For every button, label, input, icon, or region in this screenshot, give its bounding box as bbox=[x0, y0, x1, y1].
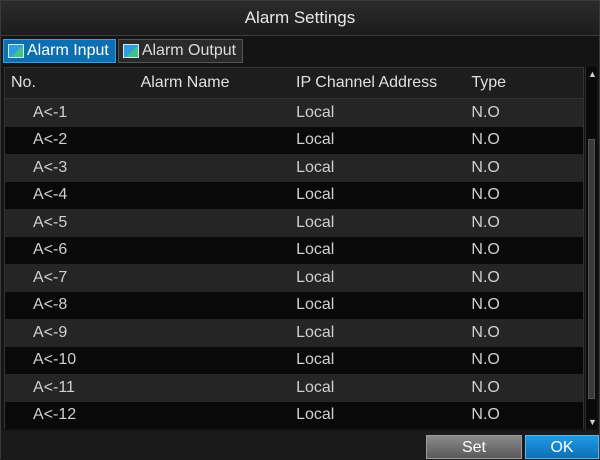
alarm-input-table: No. Alarm Name IP Channel Address Type A… bbox=[4, 67, 584, 429]
cell-ip-channel-address: Local bbox=[296, 323, 335, 341]
cell-ip-channel-address: Local bbox=[296, 213, 335, 231]
cell-no: A<-7 bbox=[33, 268, 68, 286]
cell-type: N.O bbox=[471, 268, 500, 286]
cell-type: N.O bbox=[471, 241, 500, 259]
set-button[interactable]: Set bbox=[426, 435, 522, 459]
alarm-output-icon bbox=[122, 44, 139, 58]
cell-ip-channel-address: Local bbox=[296, 406, 335, 424]
cell-type: N.O bbox=[471, 131, 500, 149]
cell-no: A<-2 bbox=[33, 131, 68, 149]
cell-ip-channel-address: Local bbox=[296, 131, 335, 149]
tab-alarm-output[interactable]: Alarm Output bbox=[117, 39, 244, 63]
column-header-no: No. bbox=[11, 74, 36, 91]
cell-ip-channel-address: Local bbox=[296, 268, 335, 286]
cell-no: A<-8 bbox=[33, 296, 68, 314]
cell-type: N.O bbox=[471, 186, 500, 204]
cell-no: A<-11 bbox=[33, 378, 75, 396]
table-scrollbar[interactable]: ▲ ▼ bbox=[585, 67, 597, 429]
cell-type: N.O bbox=[471, 296, 500, 314]
cell-ip-channel-address: Local bbox=[296, 351, 335, 369]
table-row[interactable]: A<-8 Local N.O bbox=[5, 291, 583, 319]
tab-alarm-input[interactable]: Alarm Input bbox=[3, 39, 116, 63]
cell-no: A<-4 bbox=[33, 186, 68, 204]
cell-ip-channel-address: Local bbox=[296, 296, 335, 314]
alarm-input-icon bbox=[8, 44, 24, 58]
table-row[interactable]: A<-9 Local N.O bbox=[5, 319, 583, 347]
cell-type: N.O bbox=[471, 213, 500, 231]
cell-type: N.O bbox=[471, 323, 500, 341]
column-header-alarm-name: Alarm Name bbox=[140, 74, 230, 91]
cell-ip-channel-address: Local bbox=[296, 158, 335, 176]
table-row[interactable]: A<-3 Local N.O bbox=[5, 154, 583, 182]
table-row[interactable]: A<-6 Local N.O bbox=[5, 236, 583, 264]
alarm-settings-window: Alarm Settings Alarm Input Alarm Output … bbox=[0, 0, 600, 459]
scroll-down-icon[interactable]: ▼ bbox=[588, 417, 597, 427]
cell-type: N.O bbox=[471, 103, 500, 121]
cell-no: A<-5 bbox=[33, 213, 68, 231]
scroll-up-icon[interactable]: ▲ bbox=[588, 69, 597, 79]
scroll-thumb[interactable] bbox=[588, 139, 595, 399]
cell-type: N.O bbox=[471, 406, 500, 424]
cell-no: A<-9 bbox=[33, 323, 68, 341]
column-header-type: Type bbox=[471, 74, 507, 91]
cell-no: A<-10 bbox=[33, 351, 77, 369]
cell-no: A<-1 bbox=[33, 103, 68, 121]
cell-ip-channel-address: Local bbox=[296, 103, 335, 121]
tab-alarm-input-label: Alarm Input bbox=[27, 42, 109, 59]
cell-type: N.O bbox=[471, 351, 500, 369]
tab-alarm-output-label: Alarm Output bbox=[141, 42, 237, 59]
cell-no: A<-3 bbox=[33, 158, 68, 176]
table-row[interactable]: A<-5 Local N.O bbox=[5, 209, 583, 237]
cell-ip-channel-address: Local bbox=[296, 186, 335, 204]
table-row[interactable]: A<-7 Local N.O bbox=[5, 264, 583, 292]
table-row[interactable]: A<-10 Local N.O bbox=[5, 346, 583, 374]
cell-ip-channel-address: Local bbox=[296, 378, 335, 396]
column-header-ip-channel-address: IP Channel Address bbox=[296, 74, 438, 91]
tab-bar: Alarm Input Alarm Output bbox=[3, 39, 244, 63]
window-title: Alarm Settings bbox=[1, 1, 599, 36]
table-row[interactable]: A<-1 Local N.O bbox=[5, 99, 583, 127]
cell-type: N.O bbox=[471, 378, 500, 396]
cell-no: A<-12 bbox=[33, 406, 77, 424]
table-row[interactable]: A<-11 Local N.O bbox=[5, 374, 583, 402]
cell-ip-channel-address: Local bbox=[296, 241, 335, 259]
table-row[interactable]: A<-2 Local N.O bbox=[5, 126, 583, 154]
table-row[interactable]: A<-12 Local N.O bbox=[5, 401, 583, 429]
table-header: No. Alarm Name IP Channel Address Type bbox=[5, 68, 583, 99]
ok-button[interactable]: OK bbox=[525, 435, 599, 459]
cell-no: A<-6 bbox=[33, 241, 68, 259]
table-row[interactable]: A<-4 Local N.O bbox=[5, 181, 583, 209]
table-body: A<-1 Local N.O A<-2 Local N.O A<-3 Local N.O A<-4… bbox=[5, 99, 583, 429]
cell-type: N.O bbox=[471, 158, 500, 176]
